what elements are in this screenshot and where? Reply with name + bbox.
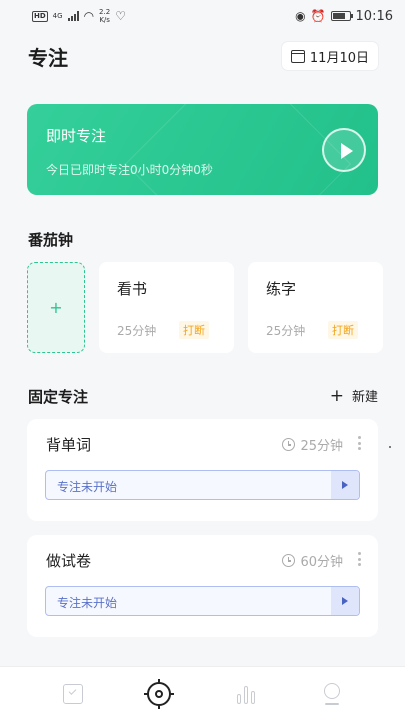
alarm-icon: ⏰ bbox=[310, 9, 326, 23]
pomodoro-name: 练字 bbox=[266, 280, 297, 298]
dot-mark bbox=[389, 446, 391, 448]
nav-item-focus[interactable] bbox=[143, 678, 175, 710]
pomodoro-card[interactable]: 练字 25分钟 打断 bbox=[248, 262, 383, 353]
task-status: 专注未开始 bbox=[57, 480, 118, 494]
card-decoration bbox=[124, 104, 352, 195]
task-duration-label: 25分钟 bbox=[300, 439, 343, 454]
signal-icon bbox=[67, 11, 79, 21]
clock-icon bbox=[282, 438, 296, 451]
status-left: HD 4G ◠ 2.2 K/s ♡ bbox=[32, 8, 126, 24]
task-duration-label: 60分钟 bbox=[300, 555, 343, 570]
pomodoro-duration: 25分钟 bbox=[266, 324, 306, 338]
hd-icon: HD bbox=[32, 10, 48, 22]
status-right: ◉ ⏰ 10:16 bbox=[295, 9, 393, 24]
heart-icon: ♡ bbox=[115, 9, 126, 23]
interrupt-tag: 打断 bbox=[179, 321, 209, 339]
page-header: 专注 11月10日 bbox=[28, 40, 378, 72]
eye-icon: ◉ bbox=[295, 9, 306, 23]
status-time: 10:16 bbox=[355, 8, 393, 24]
play-icon[interactable] bbox=[322, 128, 366, 172]
profile-icon bbox=[322, 682, 342, 705]
new-label: 新建 bbox=[351, 390, 378, 405]
task-duration: 60分钟 bbox=[282, 551, 343, 570]
start-play-icon[interactable] bbox=[331, 471, 359, 499]
nav-item-todo[interactable] bbox=[57, 678, 89, 710]
pomodoro-name: 看书 bbox=[117, 280, 148, 298]
fixed-focus-section-title: 固定专注 bbox=[28, 388, 89, 406]
status-bar: HD 4G ◠ 2.2 K/s ♡ ◉ ⏰ 10:16 bbox=[0, 0, 405, 32]
nav-item-profile[interactable] bbox=[316, 678, 348, 710]
todo-icon bbox=[63, 683, 84, 704]
start-play-icon[interactable] bbox=[331, 587, 359, 615]
fixed-focus-task[interactable]: 做试卷 60分钟 专注未开始 bbox=[27, 535, 378, 637]
stats-icon bbox=[236, 684, 255, 704]
task-name: 背单词 bbox=[46, 436, 92, 454]
task-status-bar[interactable]: 专注未开始 bbox=[45, 586, 360, 616]
focus-icon bbox=[144, 678, 175, 709]
more-icon[interactable] bbox=[358, 436, 361, 450]
network-type: 4G bbox=[52, 12, 63, 20]
calendar-icon bbox=[290, 49, 305, 63]
add-pomodoro-button[interactable]: + bbox=[27, 262, 85, 353]
plus-icon: + bbox=[49, 298, 63, 317]
instant-focus-title: 即时专注 bbox=[46, 127, 107, 145]
pomodoro-duration: 25分钟 bbox=[117, 324, 157, 338]
date-selector[interactable]: 11月10日 bbox=[281, 42, 378, 70]
page-title: 专注 bbox=[28, 45, 68, 70]
task-status: 专注未开始 bbox=[57, 596, 118, 610]
task-name: 做试卷 bbox=[46, 552, 92, 570]
battery-icon bbox=[330, 11, 353, 21]
more-icon[interactable] bbox=[358, 552, 361, 566]
speed-value: 2.2 bbox=[99, 8, 111, 16]
instant-focus-card[interactable]: 即时专注 今日已即时专注0小时0分钟0秒 bbox=[27, 104, 378, 195]
new-fixed-focus-button[interactable]: + 新建 bbox=[330, 386, 378, 405]
bottom-nav bbox=[0, 666, 405, 720]
date-label: 11月10日 bbox=[309, 50, 369, 66]
nav-item-stats[interactable] bbox=[230, 678, 262, 710]
instant-focus-summary: 今日已即时专注0小时0分钟0秒 bbox=[46, 163, 213, 177]
speed-unit: K/s bbox=[99, 16, 110, 24]
pomodoro-card[interactable]: 看书 25分钟 打断 bbox=[99, 262, 234, 353]
task-duration: 25分钟 bbox=[282, 435, 343, 454]
clock-icon bbox=[282, 554, 296, 567]
wifi-icon: ◠ bbox=[83, 9, 95, 23]
pomodoro-section-title: 番茄钟 bbox=[28, 231, 74, 249]
task-status-bar[interactable]: 专注未开始 bbox=[45, 470, 360, 500]
network-speed: 2.2 K/s bbox=[99, 8, 110, 24]
fixed-focus-task[interactable]: 背单词 25分钟 专注未开始 bbox=[27, 419, 378, 521]
interrupt-tag: 打断 bbox=[328, 321, 358, 339]
plus-icon: + bbox=[329, 385, 344, 406]
